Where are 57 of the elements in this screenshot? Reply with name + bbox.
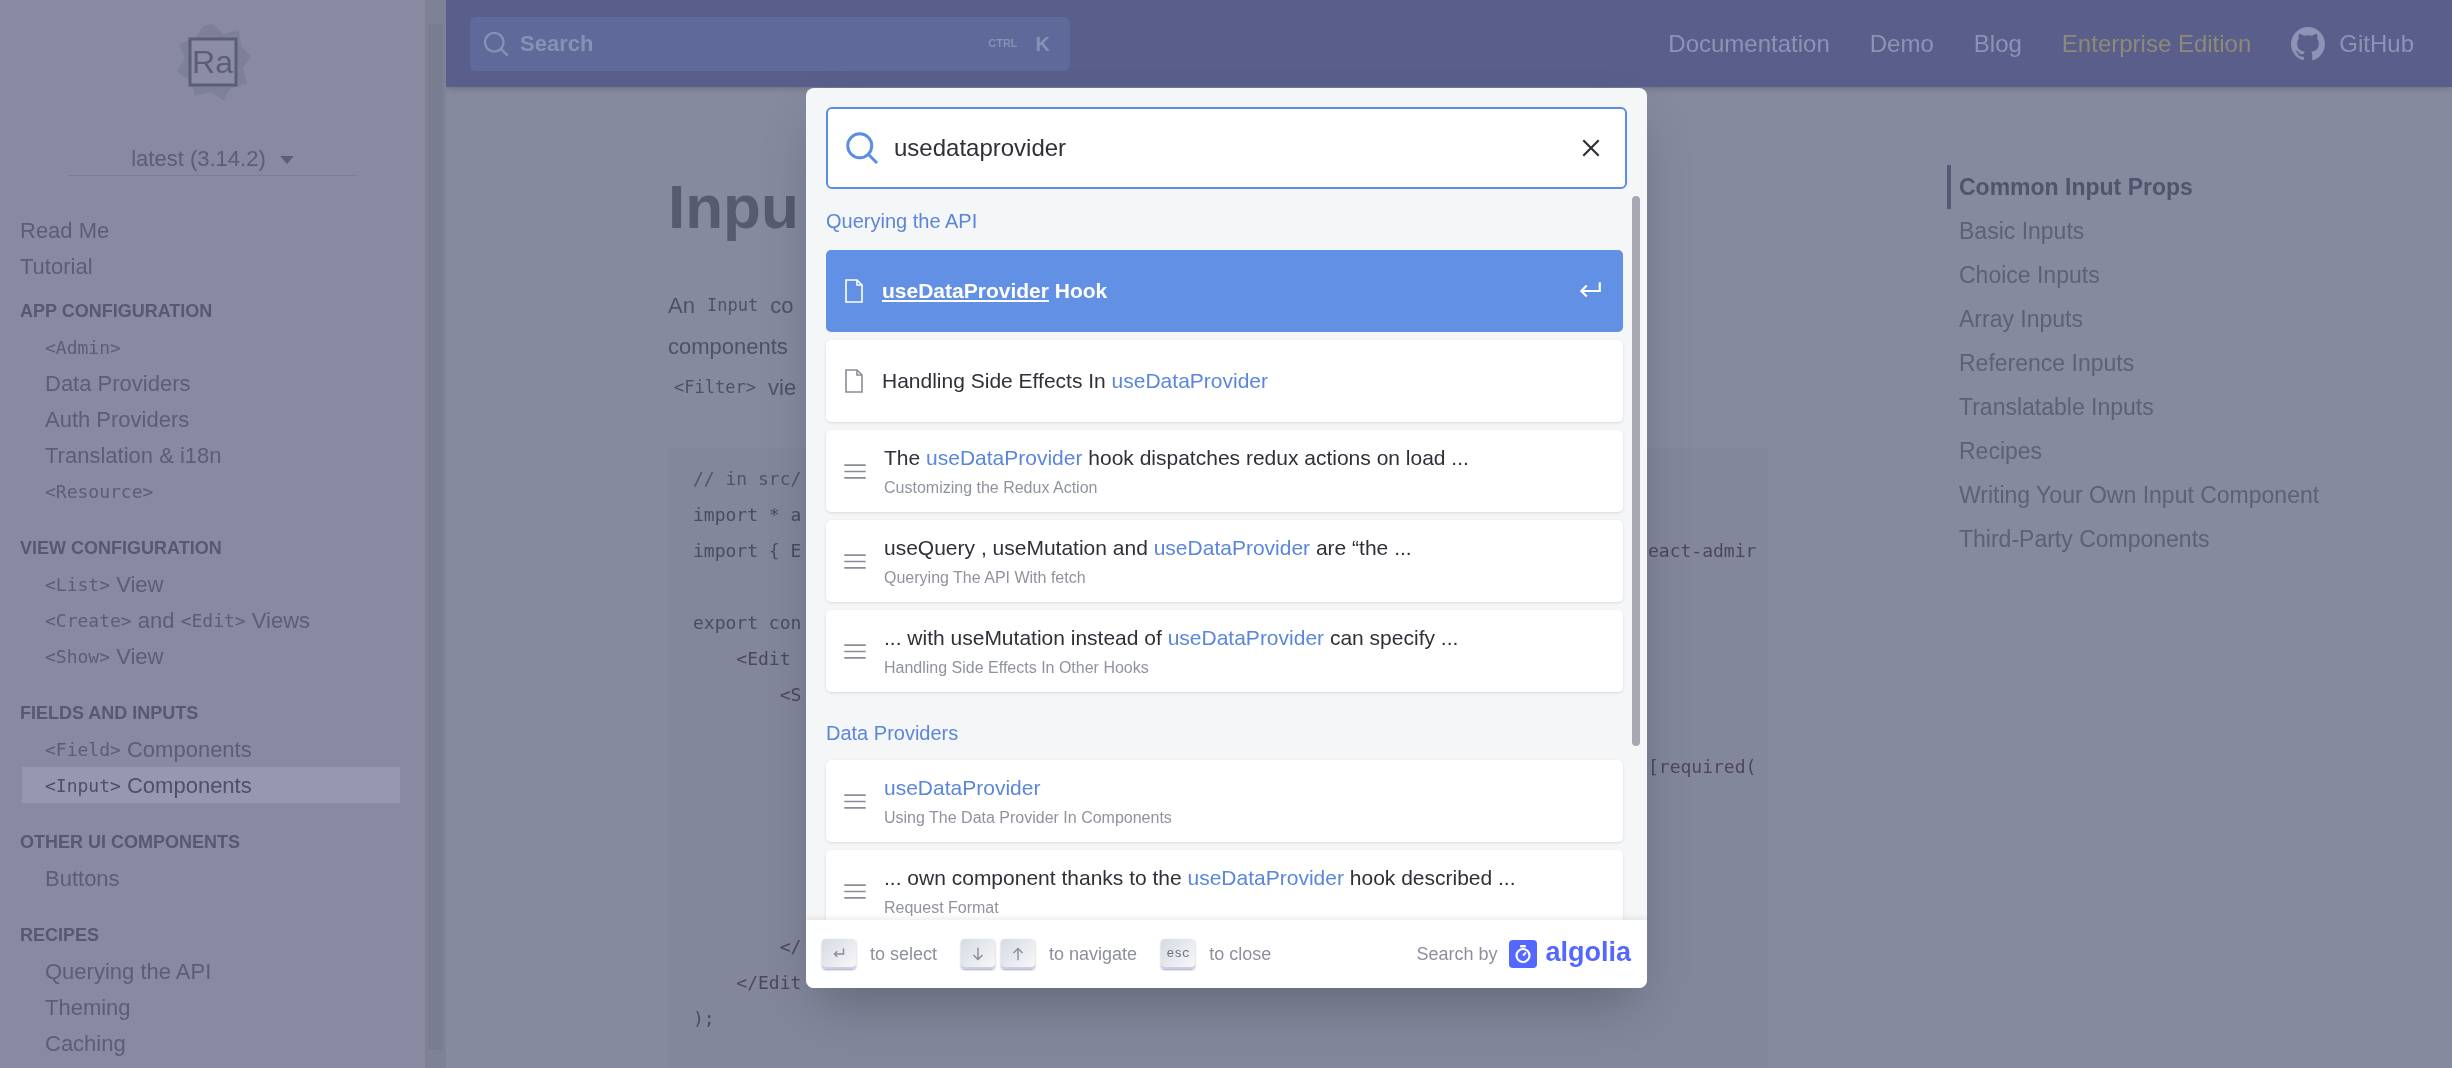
- search-result[interactable]: ... with useMutation instead of useDataProvider can specify ... Handling Side Effects In Other Hooks: [826, 610, 1623, 692]
- code-line: <Edit: [735, 646, 792, 671]
- github-icon: [2291, 26, 2326, 61]
- code-line: import { E: [693, 538, 802, 563]
- search-input[interactable]: usedataprovider: [826, 107, 1627, 189]
- result-title: ... own component thanks to the useDataProvider hook described ...: [884, 865, 1517, 892]
- scrollbar[interactable]: [1632, 196, 1640, 746]
- command-label: to navigate: [1049, 942, 1138, 966]
- code-line: );: [693, 1006, 715, 1031]
- caret-icon: [279, 156, 294, 165]
- algolia-logo[interactable]: algolia: [1509, 938, 1631, 970]
- code-line: <S: [778, 682, 802, 707]
- search-icon: [482, 29, 510, 58]
- code-line: import * a: [693, 502, 802, 527]
- search-result[interactable]: useQuery , useMutation and useDataProvider are “the ... Querying The API With fetch: [826, 520, 1623, 602]
- paragraph-text: An Input co: [668, 292, 794, 320]
- lines-icon: [844, 553, 866, 569]
- command-label: to select: [870, 942, 938, 966]
- lines-icon: [844, 463, 866, 479]
- key-cap: esc: [1161, 939, 1196, 969]
- nav-link[interactable]: <Input> Components: [22, 767, 400, 803]
- search-result[interactable]: ... own component thanks to the useDataProvider hook described ... Request Format: [826, 850, 1623, 920]
- section-title: Data Providers: [826, 721, 960, 746]
- result-title: useDataProvider Hook: [882, 278, 1109, 305]
- search-result[interactable]: useDataProvider Hook: [826, 250, 1623, 332]
- document-icon: [844, 279, 864, 303]
- scrollbar[interactable]: [425, 0, 446, 1068]
- code-line: eact-admir: [1648, 538, 1757, 563]
- document-icon: [844, 369, 864, 393]
- close-icon: [1580, 137, 1602, 159]
- command-label: to close: [1209, 942, 1272, 966]
- paragraph-text: components: [668, 333, 788, 361]
- result-subtitle: Customizing the Redux Action: [884, 477, 1099, 498]
- result-subtitle: Querying The API With fetch: [884, 567, 1087, 588]
- code-line: </Edit: [735, 970, 802, 995]
- lines-icon: [844, 643, 866, 659]
- search-result[interactable]: The useDataProvider hook dispatches redux actions on load ... Customizing the Redux Action: [826, 430, 1623, 512]
- search-icon: [844, 130, 880, 166]
- code-line: </: [778, 934, 802, 959]
- result-title: Handling Side Effects In useDataProvider: [882, 368, 1269, 395]
- paragraph-text: <Filter> vie: [673, 374, 797, 402]
- lines-icon: [844, 793, 866, 809]
- search-result[interactable]: Handling Side Effects In useDataProvider: [826, 340, 1623, 422]
- result-title: useQuery , useMutation and useDataProvider are “the ...: [884, 535, 1413, 562]
- section-title: Querying the API: [826, 209, 979, 234]
- search-result[interactable]: useDataProvider Using The Data Provider In Components: [826, 760, 1623, 842]
- stopwatch-icon: [1509, 940, 1538, 968]
- lines-icon: [844, 883, 866, 899]
- code-line: export con: [693, 610, 802, 635]
- result-subtitle: Handling Side Effects In Other Hooks: [884, 657, 1150, 678]
- code-line: [required(: [1648, 754, 1757, 779]
- search-by-label: Search by: [1416, 942, 1498, 966]
- result-title: useDataProvider: [884, 775, 1042, 802]
- result-subtitle: Request Format: [884, 897, 1000, 918]
- result-title: ... with useMutation instead of useDataProvider can specify ...: [884, 625, 1460, 652]
- result-title: The useDataProvider hook dispatches redux actions on load ...: [884, 445, 1470, 472]
- result-subtitle: Using The Data Provider In Components: [884, 807, 1173, 828]
